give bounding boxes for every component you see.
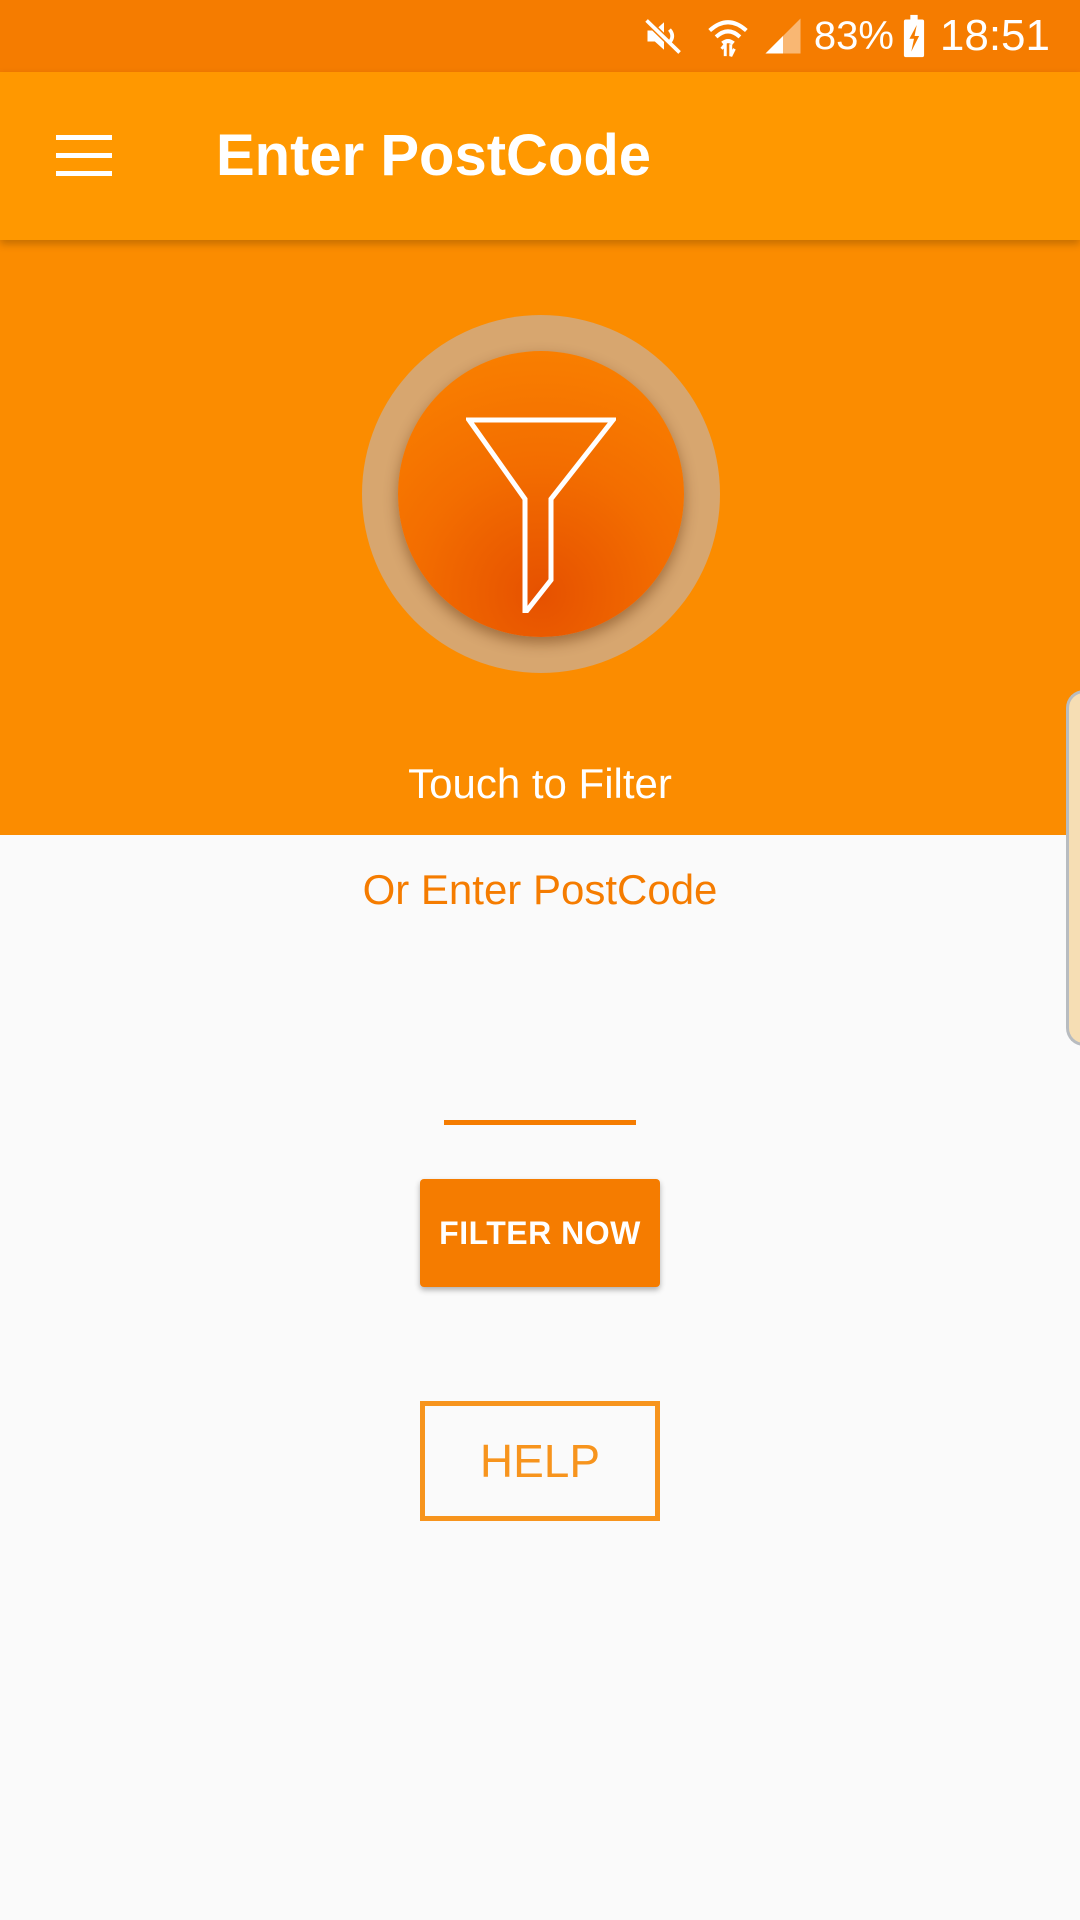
mute-icon xyxy=(644,18,682,55)
battery-percentage: 83% xyxy=(813,13,894,58)
page-title: Enter PostCode xyxy=(216,123,652,188)
wifi-icon xyxy=(708,20,748,57)
or-enter-postcode-label: Or Enter PostCode xyxy=(362,866,718,913)
postcode-input[interactable] xyxy=(444,1070,636,1125)
help-button[interactable]: HELP xyxy=(420,1401,660,1521)
funnel-icon xyxy=(466,417,616,613)
status-icons: 83% 18:51 xyxy=(642,0,1050,72)
filter-now-button[interactable]: FILTER NOW xyxy=(420,1179,660,1287)
menu-button[interactable] xyxy=(40,116,128,196)
hamburger-menu-icon xyxy=(56,135,112,176)
clock: 18:51 xyxy=(939,11,1050,60)
filter-button-face xyxy=(398,351,684,637)
filter-hero: Touch to Filter xyxy=(0,240,1080,1046)
filter-touch-button[interactable] xyxy=(362,315,720,673)
app-bar: Enter PostCode xyxy=(0,72,1080,240)
touch-to-filter-label: Touch to Filter xyxy=(408,760,672,807)
battery-charging-icon xyxy=(903,14,924,58)
signal-icon xyxy=(765,18,801,54)
status-bar: 83% 18:51 xyxy=(0,0,1080,72)
